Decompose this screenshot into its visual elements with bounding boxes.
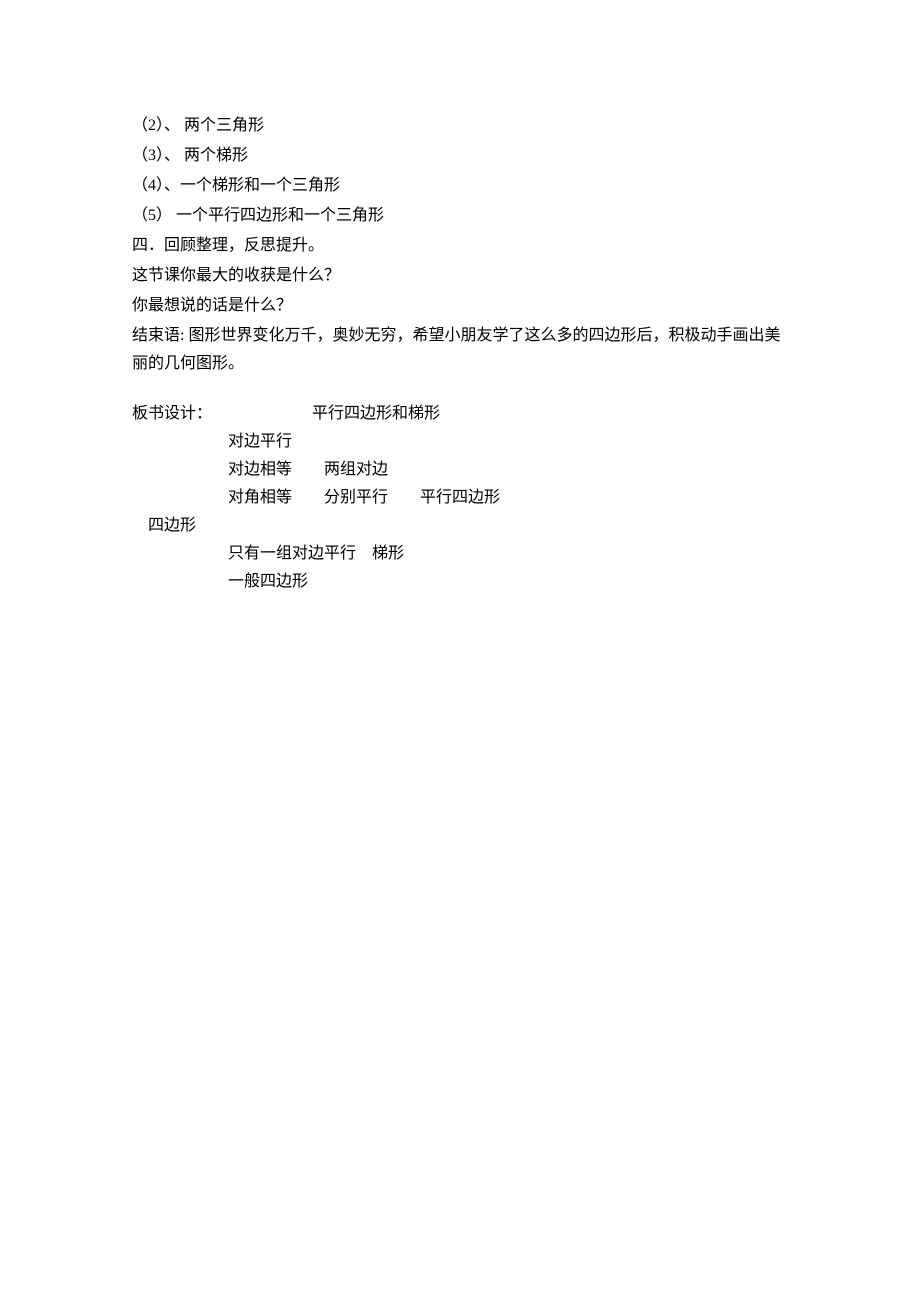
board-title: 平行四边形和梯形: [312, 400, 440, 428]
board-left-label: 四边形: [132, 512, 792, 540]
board-design-heading: 板书设计： 平行四边形和梯形: [132, 400, 792, 428]
board-row-4b: 梯形: [372, 540, 452, 568]
list-item-4: （4）、一个梯形和一个三角形: [132, 172, 792, 200]
board-row-2a: 对边相等: [228, 456, 308, 484]
list-item-3: （3）、 两个梯形: [132, 142, 792, 170]
board-row-3b: 分别平行: [324, 484, 404, 512]
board-row-4a: 只有一组对边平行: [228, 540, 356, 568]
board-row-3a: 对角相等: [228, 484, 308, 512]
board-row-4: 只有一组对边平行 梯形: [132, 540, 792, 568]
question-2: 你最想说的话是什么？: [132, 292, 792, 320]
board-row-1: 对边平行: [132, 428, 792, 456]
closing-remark: 结束语: 图形世界变化万千，奥妙无穷，希望小朋友学了这么多的四边形后，积极动手画…: [132, 322, 792, 378]
board-label: 板书设计：: [132, 400, 212, 428]
section-heading: 四．回顾整理，反思提升。: [132, 232, 792, 260]
question-1: 这节课你最大的收获是什么？: [132, 262, 792, 290]
board-row-3: 对角相等 分别平行 平行四边形: [132, 484, 792, 512]
board-row-2b: 两组对边: [324, 456, 404, 484]
board-row-3c: 平行四边形: [420, 484, 500, 512]
list-item-2: （2）、 两个三角形: [132, 112, 792, 140]
board-row-5: 一般四边形: [132, 568, 792, 596]
board-row-2: 对边相等 两组对边: [132, 456, 792, 484]
list-item-5: （5） 一个平行四边形和一个三角形: [132, 202, 792, 230]
